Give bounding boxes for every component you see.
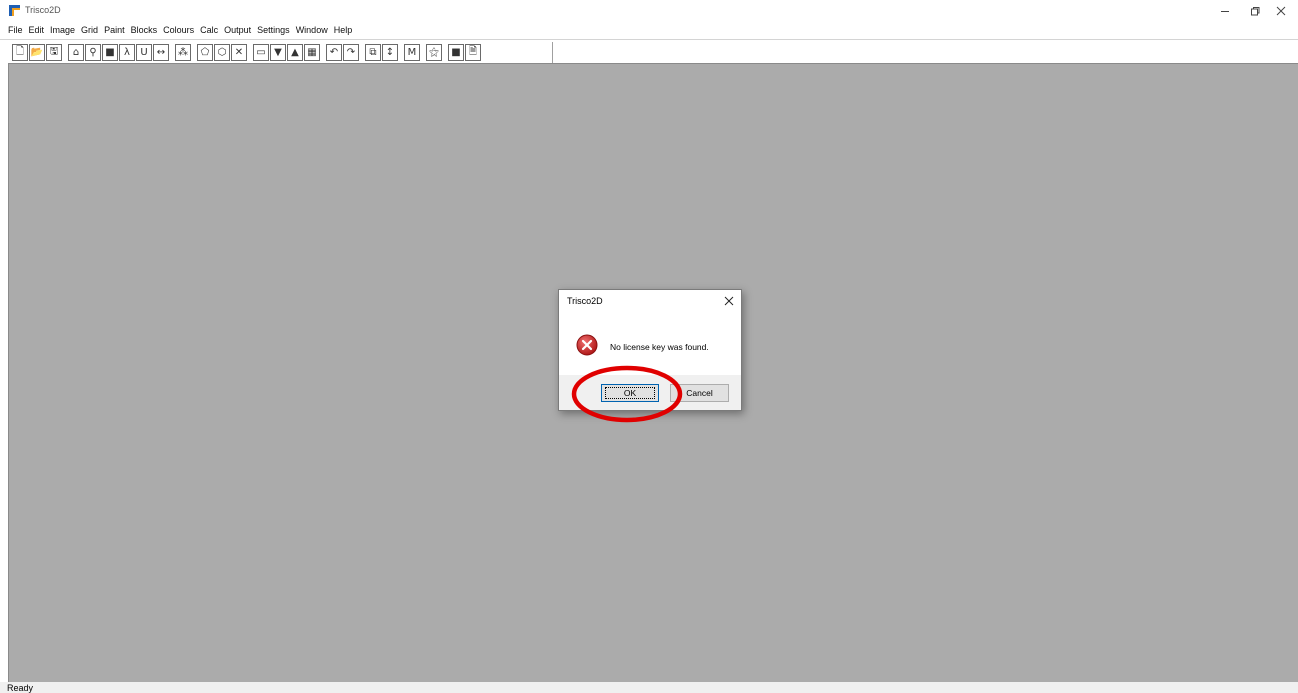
close-icon xyxy=(1276,6,1286,16)
document-icon: 🗎 xyxy=(468,46,478,57)
up-panel-icon: ▲ xyxy=(291,47,299,58)
tree-button[interactable]: ⚲ xyxy=(85,44,101,61)
color-block-icon: ■ xyxy=(451,47,461,58)
restore-icon xyxy=(1251,7,1260,16)
menu-bar: File Edit Image Grid Paint Blocks Colour… xyxy=(0,22,1298,38)
save-button[interactable]: 🖫 xyxy=(46,44,62,61)
u-button[interactable]: U xyxy=(136,44,152,61)
dialog-title: Trisco2D xyxy=(567,296,603,306)
wand-button[interactable]: ⚝ xyxy=(426,44,442,61)
down-panel-icon: ▼ xyxy=(274,47,282,58)
error-icon xyxy=(576,334,598,356)
highlight-ellipse xyxy=(571,365,683,423)
menu-paint[interactable]: Paint xyxy=(101,22,128,38)
cross-icon: ✕ xyxy=(234,47,244,58)
m-button[interactable]: M xyxy=(404,44,420,61)
status-text: Ready xyxy=(7,683,34,693)
color-block-button[interactable]: ■ xyxy=(448,44,464,61)
menu-output[interactable]: Output xyxy=(221,22,254,38)
grid-image-icon: ▦ xyxy=(307,47,317,58)
menu-help[interactable]: Help xyxy=(331,22,356,38)
undo-icon: ↶ xyxy=(329,47,339,58)
save-icon: 🖫 xyxy=(49,46,59,57)
panel-button[interactable]: ▭ xyxy=(253,44,269,61)
wand-icon: ⚝ xyxy=(429,47,439,58)
lambda-button[interactable]: λ xyxy=(119,44,135,61)
close-icon xyxy=(724,296,734,306)
scatter-icon: ⁂ xyxy=(178,47,188,58)
arrow-vertical-button[interactable]: ↕ xyxy=(382,44,398,61)
copy-icon: ⧉ xyxy=(369,47,377,58)
arrow-horizontal-button[interactable]: ↔ xyxy=(153,44,169,61)
close-button[interactable] xyxy=(1266,0,1296,22)
home-icon: ⌂ xyxy=(72,47,80,58)
dialog-close-button[interactable] xyxy=(719,292,739,310)
minimize-button[interactable] xyxy=(1210,0,1240,22)
document-button[interactable]: 🗎 xyxy=(465,44,481,61)
menu-blocks[interactable]: Blocks xyxy=(128,22,161,38)
menu-file[interactable]: File xyxy=(5,22,26,38)
menu-calc[interactable]: Calc xyxy=(197,22,221,38)
copy-button[interactable]: ⧉ xyxy=(365,44,381,61)
cancel-button-label: Cancel xyxy=(686,388,713,398)
polygon-outline-button[interactable]: ⬡ xyxy=(214,44,230,61)
menu-settings[interactable]: Settings xyxy=(254,22,293,38)
dialog-message: No license key was found. xyxy=(610,342,709,352)
m-icon: M xyxy=(407,47,417,58)
menu-edit[interactable]: Edit xyxy=(26,22,48,38)
arrow-vertical-icon: ↕ xyxy=(385,47,395,58)
app-window: Trisco2D File Edit Image Grid Paint Bloc… xyxy=(0,0,1298,693)
redo-icon: ↷ xyxy=(346,47,356,58)
arrow-horizontal-icon: ↔ xyxy=(156,47,166,58)
polygon-button[interactable]: ⬠ xyxy=(197,44,213,61)
home-button[interactable]: ⌂ xyxy=(68,44,84,61)
grid-image-button[interactable]: ▦ xyxy=(304,44,320,61)
polygon-icon: ⬠ xyxy=(200,47,210,58)
menu-window[interactable]: Window xyxy=(293,22,331,38)
panel-icon: ▭ xyxy=(256,47,266,58)
minimize-icon xyxy=(1221,11,1229,12)
block-button[interactable]: ■ xyxy=(102,44,118,61)
new-file-button[interactable]: 🗋 xyxy=(12,44,28,61)
down-panel-button[interactable]: ▼ xyxy=(270,44,286,61)
app-logo-icon xyxy=(9,5,20,16)
menu-grid[interactable]: Grid xyxy=(78,22,101,38)
tree-icon: ⚲ xyxy=(89,47,97,58)
up-panel-button[interactable]: ▲ xyxy=(287,44,303,61)
title-bar: Trisco2D xyxy=(0,0,1298,22)
open-folder-icon: 📂 xyxy=(30,47,44,58)
u-icon: U xyxy=(140,47,148,58)
undo-button[interactable]: ↶ xyxy=(326,44,342,61)
cross-button[interactable]: ✕ xyxy=(231,44,247,61)
menu-image[interactable]: Image xyxy=(47,22,78,38)
menu-colours[interactable]: Colours xyxy=(160,22,197,38)
status-bar: Ready xyxy=(0,682,1298,693)
toolbar-strip: 🗋 📂 🖫 ⌂ ⚲ ■ λ U ↔ ⁂ ⬠ ⬡ ✕ ▭ ▼ ▲ ▦ ↶ ↷ ⧉ ↕ M ⚝ ■ 🗎 xyxy=(12,42,553,63)
lambda-icon: λ xyxy=(124,47,130,58)
redo-button[interactable]: ↷ xyxy=(343,44,359,61)
polygon-outline-icon: ⬡ xyxy=(217,47,227,58)
block-icon: ■ xyxy=(105,47,115,58)
open-folder-button[interactable]: 📂 xyxy=(29,44,45,61)
window-title: Trisco2D xyxy=(25,5,61,15)
new-file-icon: 🗋 xyxy=(15,46,25,57)
scatter-button[interactable]: ⁂ xyxy=(175,44,191,61)
toolbar: 🗋 📂 🖫 ⌂ ⚲ ■ λ U ↔ ⁂ ⬠ ⬡ ✕ ▭ ▼ ▲ ▦ ↶ ↷ ⧉ ↕ M ⚝ ■ 🗎 xyxy=(0,39,1298,63)
